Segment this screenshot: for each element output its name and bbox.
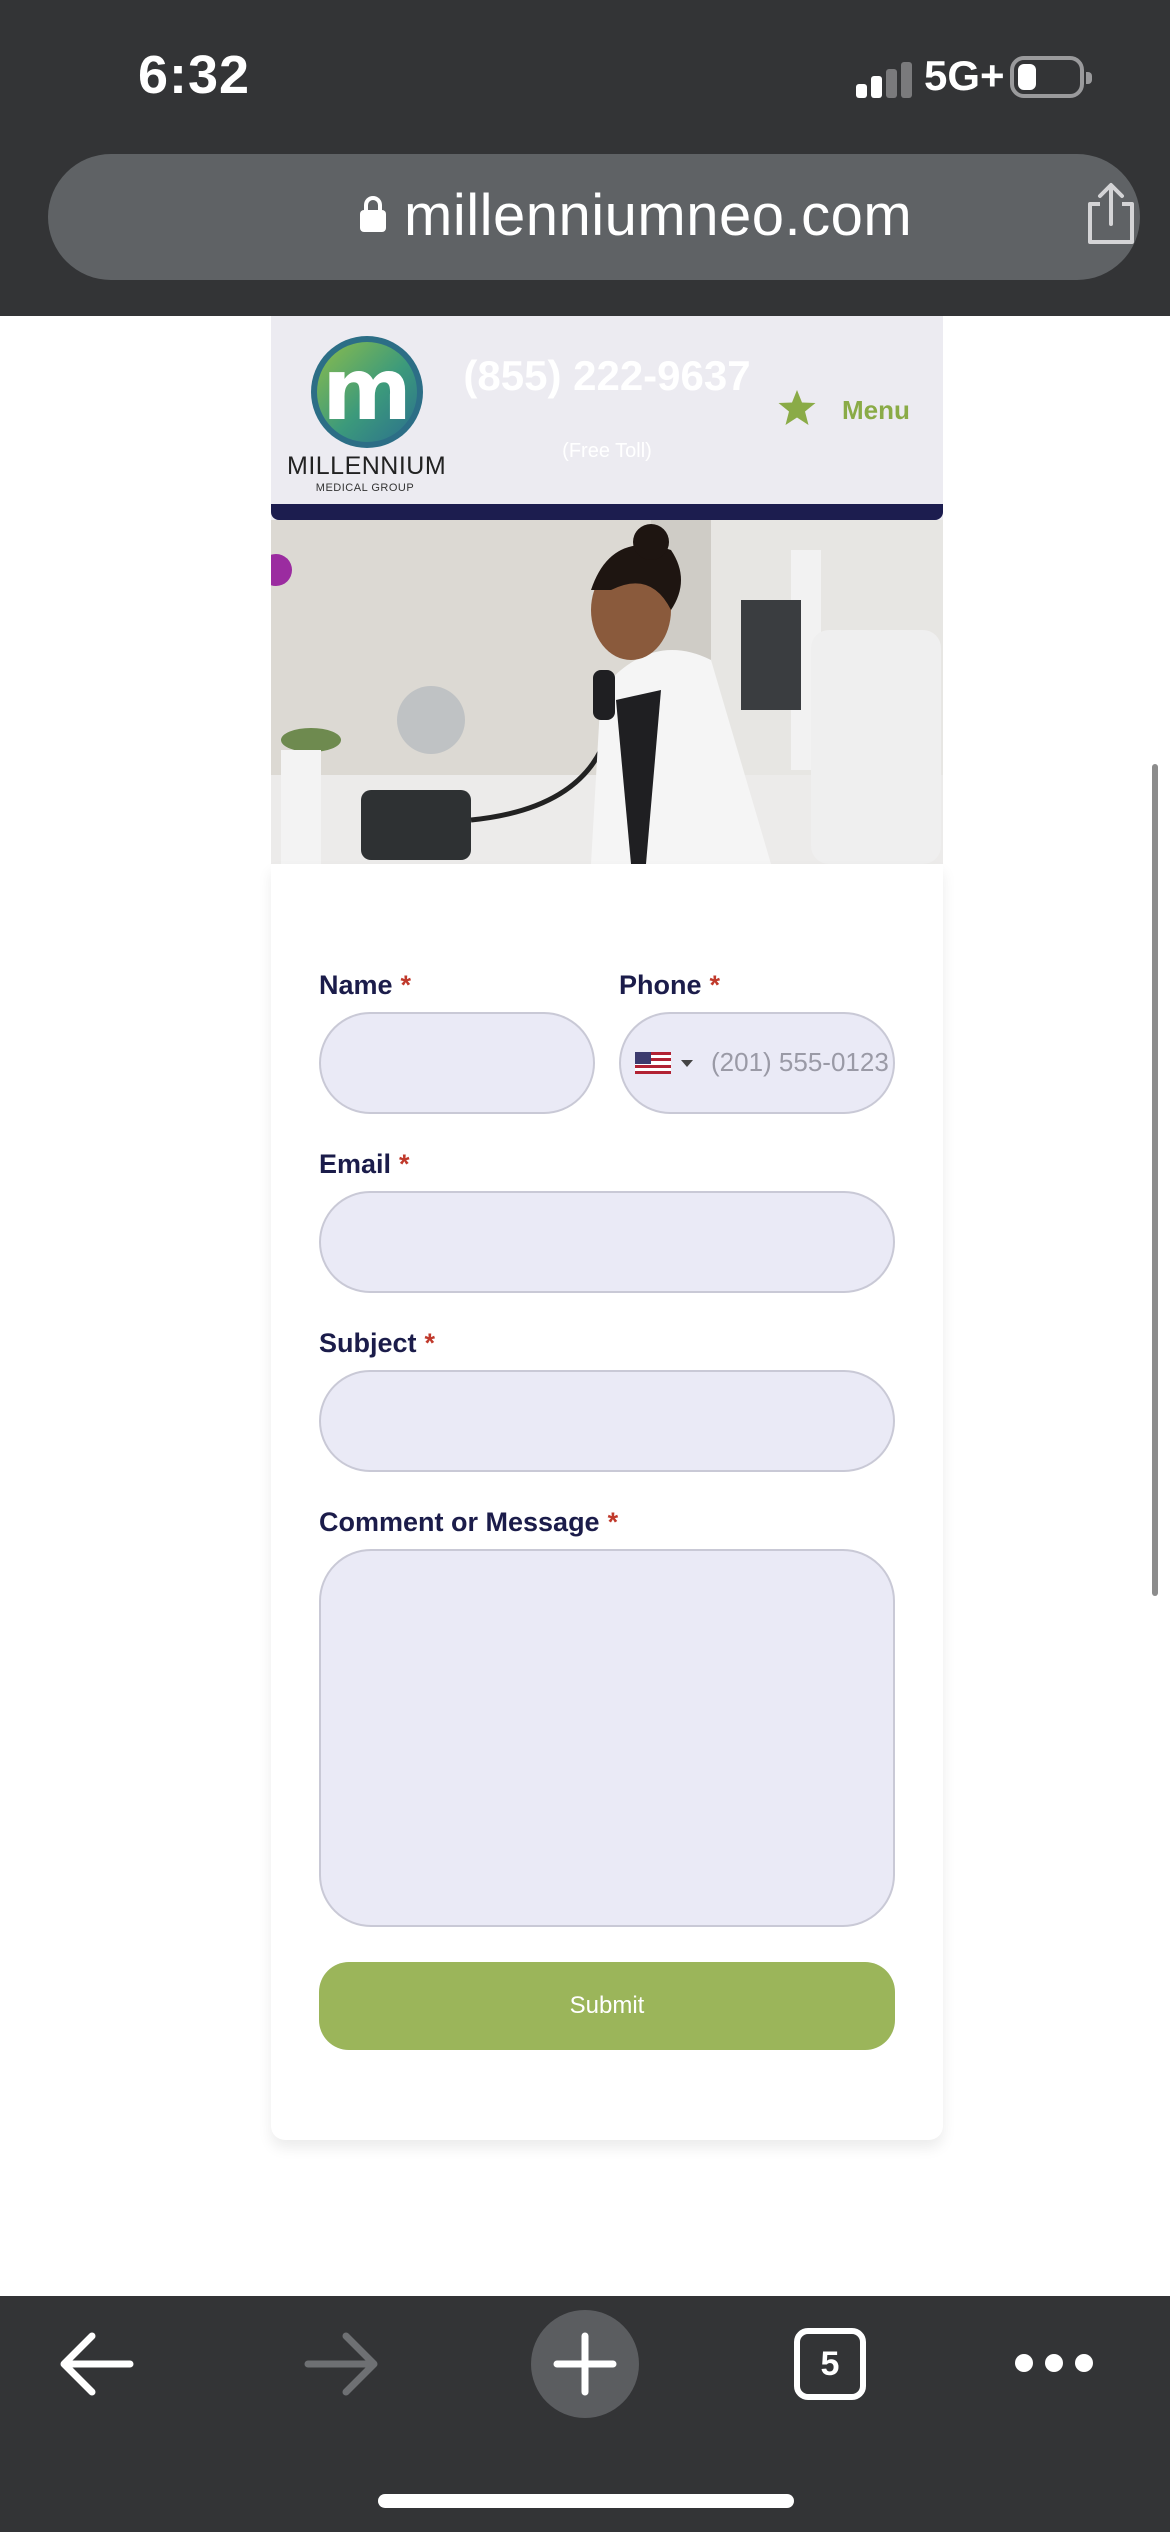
menu-button[interactable]: Menu [842, 395, 910, 426]
hero-image [271, 520, 943, 864]
network-type: 5G+ [924, 52, 1005, 99]
name-input[interactable] [319, 1012, 595, 1114]
forward-arrow-icon[interactable] [302, 2328, 380, 2400]
country-dropdown-caret-icon[interactable] [681, 1060, 693, 1067]
name-label: Name * [319, 970, 412, 1000]
header-phone-number[interactable]: (855) 222-9637 [447, 352, 767, 400]
signal-icon [856, 62, 912, 98]
header-phone-note: (Free Toll) [562, 440, 652, 462]
logo-icon[interactable]: m [311, 336, 423, 448]
tabs-count-button[interactable]: 5 [794, 2328, 866, 2400]
share-icon[interactable] [1076, 180, 1146, 250]
required-mark: * [424, 1328, 436, 1358]
required-mark: * [709, 970, 721, 1000]
required-mark: * [400, 970, 412, 1000]
email-label: Email * [319, 1149, 410, 1179]
battery-icon [1010, 56, 1092, 98]
phone-label: Phone * [619, 970, 721, 1000]
message-textarea[interactable] [319, 1549, 895, 1927]
plus-icon [553, 2332, 617, 2396]
status-time: 6:32 [138, 45, 251, 105]
required-mark: * [399, 1149, 410, 1179]
site-header: m MILLENNIUM MEDICAL GROUP (855) 222-963… [271, 316, 943, 520]
logo-subtitle: MEDICAL GROUP [315, 482, 415, 494]
back-arrow-icon[interactable] [58, 2328, 136, 2400]
lock-icon [360, 196, 386, 232]
address-bar[interactable]: millenniumneo.com [48, 154, 1140, 280]
scrollbar-thumb[interactable] [1152, 764, 1158, 1596]
phone-placeholder: (201) 555-0123 [711, 1047, 889, 1077]
logo-letter: m [322, 340, 412, 440]
star-icon[interactable] [777, 388, 817, 428]
subject-label: Subject * [319, 1328, 436, 1358]
home-indicator[interactable] [378, 2494, 794, 2508]
browser-top-chrome: 6:32 5G+ millenniumneo.com [0, 0, 1170, 316]
required-mark: * [607, 1507, 619, 1537]
phone-input[interactable]: (201) 555-0123 [619, 1012, 895, 1114]
email-input[interactable] [319, 1191, 895, 1293]
logo-name: MILLENNIUM [287, 452, 447, 480]
submit-button[interactable]: Submit [319, 1962, 895, 2050]
subject-input[interactable] [319, 1370, 895, 1472]
us-flag-icon[interactable] [635, 1052, 671, 1074]
message-label: Comment or Message * [319, 1507, 619, 1537]
url-text[interactable]: millenniumneo.com [404, 182, 912, 249]
more-options-icon[interactable] [1012, 2350, 1096, 2376]
header-divider [271, 504, 943, 520]
new-tab-button[interactable] [531, 2310, 639, 2418]
